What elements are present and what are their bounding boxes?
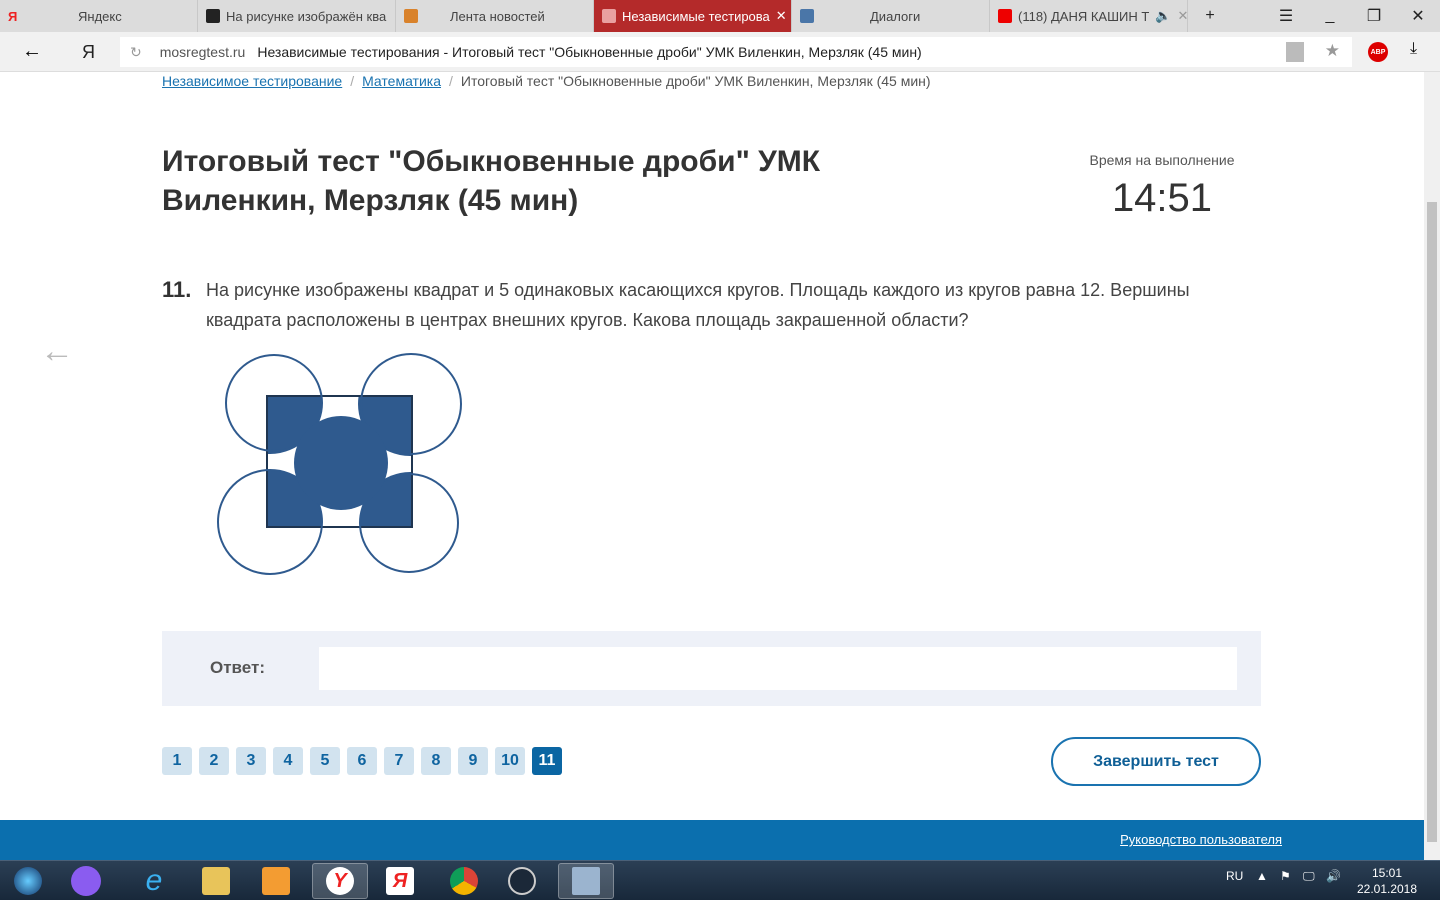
tab-label: Лента новостей [450, 8, 545, 24]
download-icon[interactable]: ⤓ [1410, 40, 1417, 58]
tab-label: (118) ДАНЯ КАШИН Т [1018, 8, 1150, 24]
url-host: mosregtest.ru [159, 44, 246, 60]
page-button-9[interactable]: 9 [458, 747, 488, 775]
audio-icon[interactable]: 🔈 [1155, 8, 1171, 24]
close-tab-icon[interactable]: ✕ [776, 8, 787, 24]
url-input[interactable]: ↻ mosregtest.ru Независимые тестирования… [120, 37, 1352, 67]
volume-icon[interactable]: 🔊 [1326, 869, 1341, 883]
breadcrumb: Независимое тестирование / Математика / Итог… [162, 73, 931, 89]
page-button-10[interactable]: 10 [495, 747, 525, 775]
timer-value: 14:51 [1111, 176, 1213, 220]
question-text: На рисунке изображены квадрат и 5 одинак… [206, 280, 1190, 330]
page-button-1[interactable]: 1 [162, 747, 192, 775]
clock-date: 22.01.2018 [1356, 882, 1418, 896]
page-button-11[interactable]: 11 [532, 747, 562, 775]
file-explorer-icon[interactable] [188, 863, 244, 899]
tab-youtube[interactable]: (118) ДАНЯ КАШИН Т 🔈 ✕ [990, 0, 1188, 32]
url-title: Независимые тестирования - Итоговый тест… [257, 44, 922, 60]
center-circle [294, 416, 388, 510]
tab-news[interactable]: Лента новостей [396, 0, 594, 32]
page-button-7[interactable]: 7 [384, 747, 414, 775]
yandex-icon[interactable]: Я [372, 863, 428, 899]
tab-label: Независимые тестирова [622, 8, 770, 24]
star-icon[interactable]: ★ [1325, 41, 1340, 61]
znanija-icon [206, 9, 220, 23]
clock-time: 15:01 [1371, 866, 1403, 880]
question-number: 11. [162, 277, 192, 302]
language-indicator[interactable]: RU [1226, 869, 1243, 883]
action-center-flag-icon[interactable]: ⚑ [1280, 869, 1291, 883]
yandex-logo-icon[interactable]: Я [82, 42, 95, 63]
page-button-6[interactable]: 6 [347, 747, 377, 775]
back-icon[interactable]: ← [22, 40, 42, 63]
start-button[interactable] [0, 863, 56, 899]
tab-mosregtest[interactable]: Независимые тестирова ✕ [594, 0, 792, 32]
clock[interactable]: 15:01 22.01.2018 [1352, 865, 1422, 897]
lock-icon[interactable] [1286, 42, 1304, 62]
media-player-icon[interactable] [248, 863, 304, 899]
adblock-icon[interactable]: ABP [1368, 42, 1388, 62]
answer-input[interactable] [319, 647, 1237, 690]
tray-expand-icon[interactable]: ▲ [1256, 869, 1268, 883]
address-bar: ← Я ↻ mosregtest.ru Независимые тестиров… [0, 32, 1440, 72]
reload-icon[interactable]: ↻ [130, 44, 142, 61]
tab-yandex[interactable]: Я Яндекс [0, 0, 198, 32]
tab-label: Яндекс [78, 8, 122, 24]
yandex-browser-icon[interactable]: Y [312, 863, 368, 899]
mosreg-icon [602, 9, 616, 23]
footer: Руководство пользователя [0, 820, 1424, 860]
user-guide-link[interactable]: Руководство пользователя [1120, 832, 1282, 847]
steam-icon[interactable] [494, 863, 550, 899]
tab-vk[interactable]: Диалоги [792, 0, 990, 32]
internet-explorer-icon[interactable]: e [126, 863, 182, 899]
scrollbar-thumb[interactable] [1427, 202, 1437, 842]
restore-icon[interactable]: ❐ [1352, 0, 1396, 32]
scrollbar[interactable] [1424, 72, 1440, 860]
timer-label: Время на выполнение [1089, 152, 1235, 168]
taskbar: e Y Я RU ▲ ⚑ 🖵 🔊 15:01 22.01.2018 [0, 860, 1440, 900]
chrome-icon[interactable] [436, 863, 492, 899]
breadcrumb-link[interactable]: Математика [362, 73, 441, 89]
page-title: Итоговый тест "Обыкновенные дроби" УМК В… [162, 145, 821, 217]
close-window-icon[interactable]: ✕ [1396, 0, 1440, 32]
page-content: Независимое тестирование / Математика / Итог… [0, 72, 1424, 860]
yandex-icon: Я [8, 9, 18, 24]
finish-test-button[interactable]: Завершить тест [1051, 737, 1261, 786]
answer-label: Ответ: [210, 658, 265, 677]
voice-assistant-icon[interactable] [58, 863, 114, 899]
answer-panel: Ответ: [162, 631, 1261, 706]
page-button-2[interactable]: 2 [199, 747, 229, 775]
tab-label: На рисунке изображён ква [226, 8, 387, 24]
page-button-3[interactable]: 3 [236, 747, 266, 775]
new-tab-button[interactable]: + [1188, 0, 1232, 32]
tab-label: Диалоги [870, 8, 921, 24]
vk-icon [800, 9, 814, 23]
network-icon[interactable]: 🖵 [1303, 869, 1315, 884]
page-button-5[interactable]: 5 [310, 747, 340, 775]
question-figure [217, 353, 462, 575]
page-button-8[interactable]: 8 [421, 747, 451, 775]
youtube-icon [998, 9, 1012, 23]
breadcrumb-current: Итоговый тест "Обыкновенные дроби" УМК В… [460, 73, 931, 89]
minimize-icon[interactable]: _ [1308, 0, 1352, 32]
calculator-icon[interactable] [558, 863, 614, 899]
breadcrumb-link[interactable]: Независимое тестирование [162, 73, 342, 89]
mosreg-icon [404, 9, 418, 23]
prev-question-icon[interactable]: ← [40, 332, 74, 371]
menu-icon[interactable]: ☰ [1264, 0, 1308, 32]
tab-bar: Я Яндекс На рисунке изображён ква Лента н… [0, 0, 1440, 32]
tab-znanija[interactable]: На рисунке изображён ква [198, 0, 396, 32]
question-pager: 1 2 3 4 5 6 7 8 9 10 11 [162, 747, 562, 775]
close-tab-icon[interactable]: ✕ [1178, 8, 1188, 24]
page-button-4[interactable]: 4 [273, 747, 303, 775]
